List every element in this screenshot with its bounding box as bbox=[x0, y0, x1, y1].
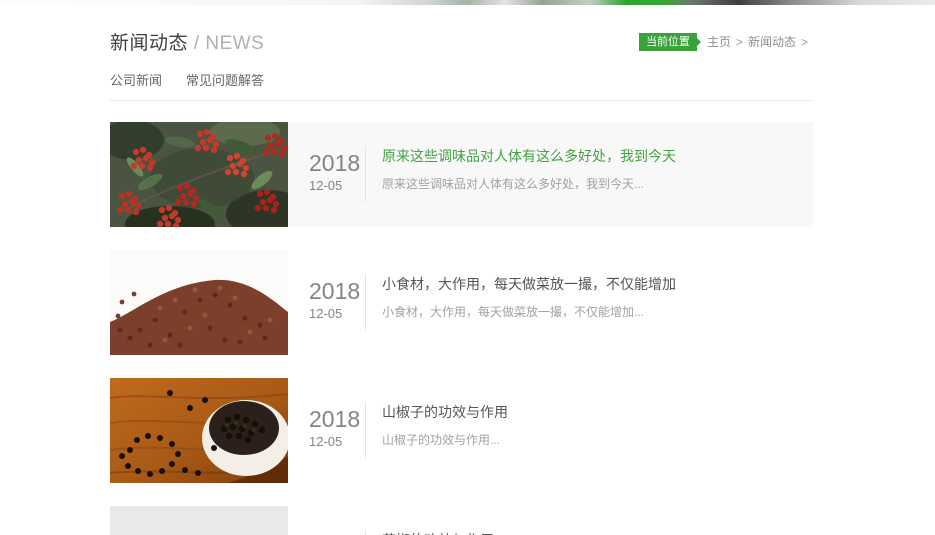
news-summary: 小食材，大作用，每天做菜放一撮，不仅能增加... bbox=[382, 305, 645, 319]
breadcrumb-current-link[interactable]: 新闻动态 bbox=[748, 33, 796, 50]
news-item-4[interactable]: 2018 12-05 花椒的功效与作用 花椒的功效与作用... bbox=[110, 506, 813, 535]
news-date-block: 2018 12-05 bbox=[288, 378, 365, 483]
news-summary: 山椒子的功效与作用... bbox=[382, 433, 501, 447]
news-year: 2018 bbox=[309, 278, 361, 304]
news-date-block: 2018 12-05 bbox=[288, 122, 365, 227]
news-month-day: 12-05 bbox=[309, 178, 343, 193]
breadcrumb: 当前位置 主页 > 新闻动态 > bbox=[638, 32, 813, 51]
tab-company-news[interactable]: 公司新闻 bbox=[110, 70, 162, 89]
news-item-1[interactable]: 2018 12-05 原来这些调味品对人体有这么多好处，我到今天 原来这些调味品… bbox=[110, 122, 813, 227]
news-date-block: 2018 12-05 bbox=[288, 250, 365, 355]
news-item-content: 原来这些调味品对人体有这么多好处，我到今天 原来这些调味品对人体有这么多好处，我… bbox=[366, 122, 813, 227]
peppercorn-pile-thumbnail-image[interactable] bbox=[110, 250, 288, 355]
breadcrumb-home-link[interactable]: 主页 bbox=[707, 33, 731, 50]
news-item-content: 花椒的功效与作用 花椒的功效与作用... bbox=[366, 506, 813, 535]
placeholder-thumbnail-image[interactable] bbox=[110, 506, 288, 535]
news-title-link[interactable]: 山椒子的功效与作用 bbox=[382, 403, 813, 422]
breadcrumb-location-badge: 当前位置 bbox=[638, 32, 701, 51]
news-year: 2018 bbox=[309, 150, 361, 176]
news-title-link[interactable]: 花椒的功效与作用 bbox=[382, 531, 813, 535]
news-category-tabs: 公司新闻 常见问题解答 bbox=[110, 70, 813, 101]
news-month-day: 12-05 bbox=[309, 434, 343, 449]
top-banner-photo-edge bbox=[0, 0, 935, 5]
news-year: 2018 bbox=[309, 406, 361, 432]
news-item-content: 山椒子的功效与作用 山椒子的功效与作用... bbox=[366, 378, 813, 483]
page-title-cn: 新闻动态 bbox=[110, 33, 189, 54]
breadcrumb-separator: > bbox=[735, 34, 743, 49]
news-summary: 原来这些调味品对人体有这么多好处，我到今天... bbox=[382, 177, 645, 191]
page-header: 新闻动态 / NEWS 当前位置 主页 > 新闻动态 > bbox=[110, 28, 813, 55]
news-title-link[interactable]: 原来这些调味品对人体有这么多好处，我到今天 bbox=[382, 147, 813, 166]
pepper-bowl-thumbnail-image[interactable] bbox=[110, 378, 288, 483]
news-date-block: 2018 12-05 bbox=[288, 506, 365, 535]
tab-faq[interactable]: 常见问题解答 bbox=[186, 70, 264, 89]
page-title-en: NEWS bbox=[205, 33, 265, 54]
news-list: 2018 12-05 原来这些调味品对人体有这么多好处，我到今天 原来这些调味品… bbox=[110, 122, 813, 535]
news-item-3[interactable]: 2018 12-05 山椒子的功效与作用 山椒子的功效与作用... bbox=[110, 378, 813, 483]
content-container: 新闻动态 / NEWS 当前位置 主页 > 新闻动态 > 公司新闻 常见问题解答 bbox=[110, 28, 813, 535]
page-title-separator: / bbox=[193, 33, 200, 54]
red-berries-thumbnail-image[interactable] bbox=[110, 122, 288, 227]
news-page: 新闻动态 / NEWS 当前位置 主页 > 新闻动态 > 公司新闻 常见问题解答 bbox=[0, 0, 935, 535]
news-title-link[interactable]: 小食材，大作用，每天做菜放一撮，不仅能增加 bbox=[382, 275, 813, 294]
news-month-day: 12-05 bbox=[309, 306, 343, 321]
page-title: 新闻动态 / NEWS bbox=[110, 28, 264, 55]
breadcrumb-separator-trailing: > bbox=[800, 34, 808, 49]
news-item-2[interactable]: 2018 12-05 小食材，大作用，每天做菜放一撮，不仅能增加 小食材，大作用… bbox=[110, 250, 813, 355]
news-item-content: 小食材，大作用，每天做菜放一撮，不仅能增加 小食材，大作用，每天做菜放一撮，不仅… bbox=[366, 250, 813, 355]
